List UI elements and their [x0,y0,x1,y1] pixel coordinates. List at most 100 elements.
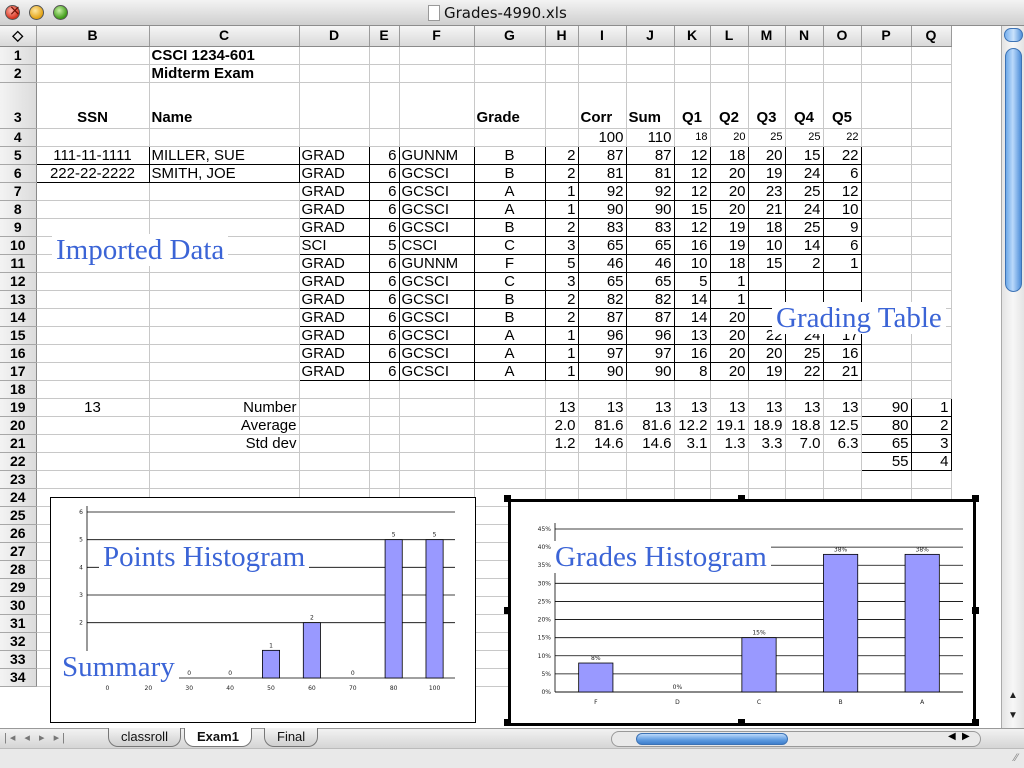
row-header[interactable]: 16 [0,344,37,363]
cell-program[interactable]: GCSCI [398,343,475,363]
cell-grade-point[interactable]: 3 [544,271,579,291]
empty-cell[interactable] [710,470,749,489]
empty-cell[interactable] [578,380,627,399]
summary-p[interactable]: 80 [860,415,912,435]
cell-program[interactable]: GCSCI [398,163,475,183]
summary-q[interactable]: 3 [910,433,952,453]
cell-q5[interactable]: 6 [822,163,862,183]
cell-corr[interactable]: 87 [577,145,627,165]
cell-level[interactable]: 5 [368,235,400,255]
cell-ssn[interactable] [36,308,150,327]
cell-q2[interactable]: 18 [709,145,749,165]
row-header[interactable]: 23 [0,470,37,489]
row-header[interactable]: 4 [0,128,37,147]
cell-q[interactable] [911,272,952,291]
header-q2[interactable]: Q2 [710,82,749,129]
cell-grade[interactable]: A [473,181,546,201]
column-header[interactable]: I [578,26,627,47]
summary-label[interactable]: Number [149,398,300,417]
cell-level[interactable]: 6 [368,199,400,219]
max-sum[interactable]: 110 [626,128,675,147]
max-q1[interactable]: 18 [674,128,711,147]
cell-q4[interactable]: 14 [784,235,824,255]
close-window-button[interactable] [5,3,21,20]
cell-grade[interactable]: C [473,271,546,291]
resize-handle[interactable] [504,495,511,502]
cell-grade-point[interactable]: 2 [544,289,579,309]
cell-q[interactable] [911,146,952,165]
cell-p[interactable] [861,344,912,363]
cell-q2[interactable]: 20 [709,361,749,381]
cell-grade[interactable]: B [473,289,546,309]
empty-cell[interactable] [399,416,475,435]
row-header[interactable]: 14 [0,308,37,327]
empty-cell[interactable] [578,470,627,489]
cell-level[interactable]: 6 [368,343,400,363]
cell-p[interactable] [861,164,912,183]
row-header[interactable]: 19 [0,398,37,417]
cell-corr[interactable]: 87 [577,307,627,327]
cell-q5[interactable]: 21 [822,361,862,381]
row-header[interactable]: 3 [0,82,37,129]
empty-cell[interactable] [545,380,579,399]
cell-ssn[interactable] [36,182,150,201]
cell-grade-point[interactable]: 2 [544,307,579,327]
empty-cell[interactable] [626,452,675,471]
summary-label[interactable]: Std dev [149,434,300,453]
summary-p[interactable]: 90 [860,397,912,417]
cell-q2[interactable]: 20 [709,163,749,183]
cell-program[interactable]: GCSCI [398,361,475,381]
grade-index[interactable]: 4 [910,451,952,471]
cell-q4[interactable]: 25 [784,181,824,201]
cell-p[interactable] [861,254,912,273]
cell-ssn[interactable]: 222-22-2222 [35,163,150,183]
summary-m[interactable]: 18.9 [748,416,786,435]
scroll-down-arrow-icon[interactable]: ▼ [1008,710,1018,721]
empty-cell[interactable] [36,380,150,399]
cell-q[interactable] [911,236,952,255]
cell-program[interactable]: GUNNM [398,253,475,273]
summary-n[interactable]: 18.8 [785,416,824,435]
cell-sum[interactable]: 81 [625,163,675,183]
column-header[interactable]: G [474,26,546,47]
cell-ssn[interactable] [36,290,150,309]
summary-l[interactable]: 13 [710,398,749,417]
cell-q2[interactable]: 18 [709,253,749,273]
row-header[interactable]: 27 [0,542,37,561]
cell-q5[interactable]: 10 [822,199,862,219]
empty-cell[interactable] [369,416,400,435]
empty-cell[interactable] [911,380,952,399]
cell-ssn[interactable]: 111-11-1111 [35,145,150,165]
scroll-right-arrow-icon[interactable]: ▶ [962,731,970,742]
cell-grade[interactable]: B [473,217,546,237]
cell-q5[interactable]: 12 [822,181,862,201]
cell-status[interactable]: GRAD [298,199,370,219]
row-header[interactable]: 24 [0,488,37,507]
cell-q1[interactable]: 12 [673,145,711,165]
empty-cell[interactable] [474,434,546,453]
header-sum[interactable]: Sum [626,82,675,129]
cell-q3[interactable]: 20 [747,145,786,165]
split-handle[interactable] [1004,28,1023,42]
empty-cell[interactable] [474,416,546,435]
cell-p[interactable] [861,146,912,165]
empty-cell[interactable] [785,452,824,471]
row-header[interactable]: 21 [0,434,37,453]
empty-cell[interactable] [474,398,546,417]
row-header[interactable]: 13 [0,290,37,309]
cell-q1[interactable]: 14 [673,307,711,327]
cell-sum[interactable]: 83 [625,217,675,237]
resize-handle[interactable] [972,719,979,726]
column-header[interactable]: K [674,26,711,47]
tab-navigation-arrows-icon[interactable]: |◂ ◂ ▸ ▸| [4,731,68,744]
row-header[interactable]: 28 [0,560,37,579]
row-header[interactable]: 32 [0,632,37,651]
cell-program[interactable]: GCSCI [398,217,475,237]
cell-p[interactable] [861,236,912,255]
cell-sum[interactable]: 90 [625,199,675,219]
summary-i[interactable]: 81.6 [578,416,627,435]
scroll-up-arrow-icon[interactable]: ▲ [1008,690,1018,701]
empty-cell[interactable] [748,380,786,399]
cell-name[interactable] [149,362,300,381]
cell-q5[interactable]: 9 [822,217,862,237]
